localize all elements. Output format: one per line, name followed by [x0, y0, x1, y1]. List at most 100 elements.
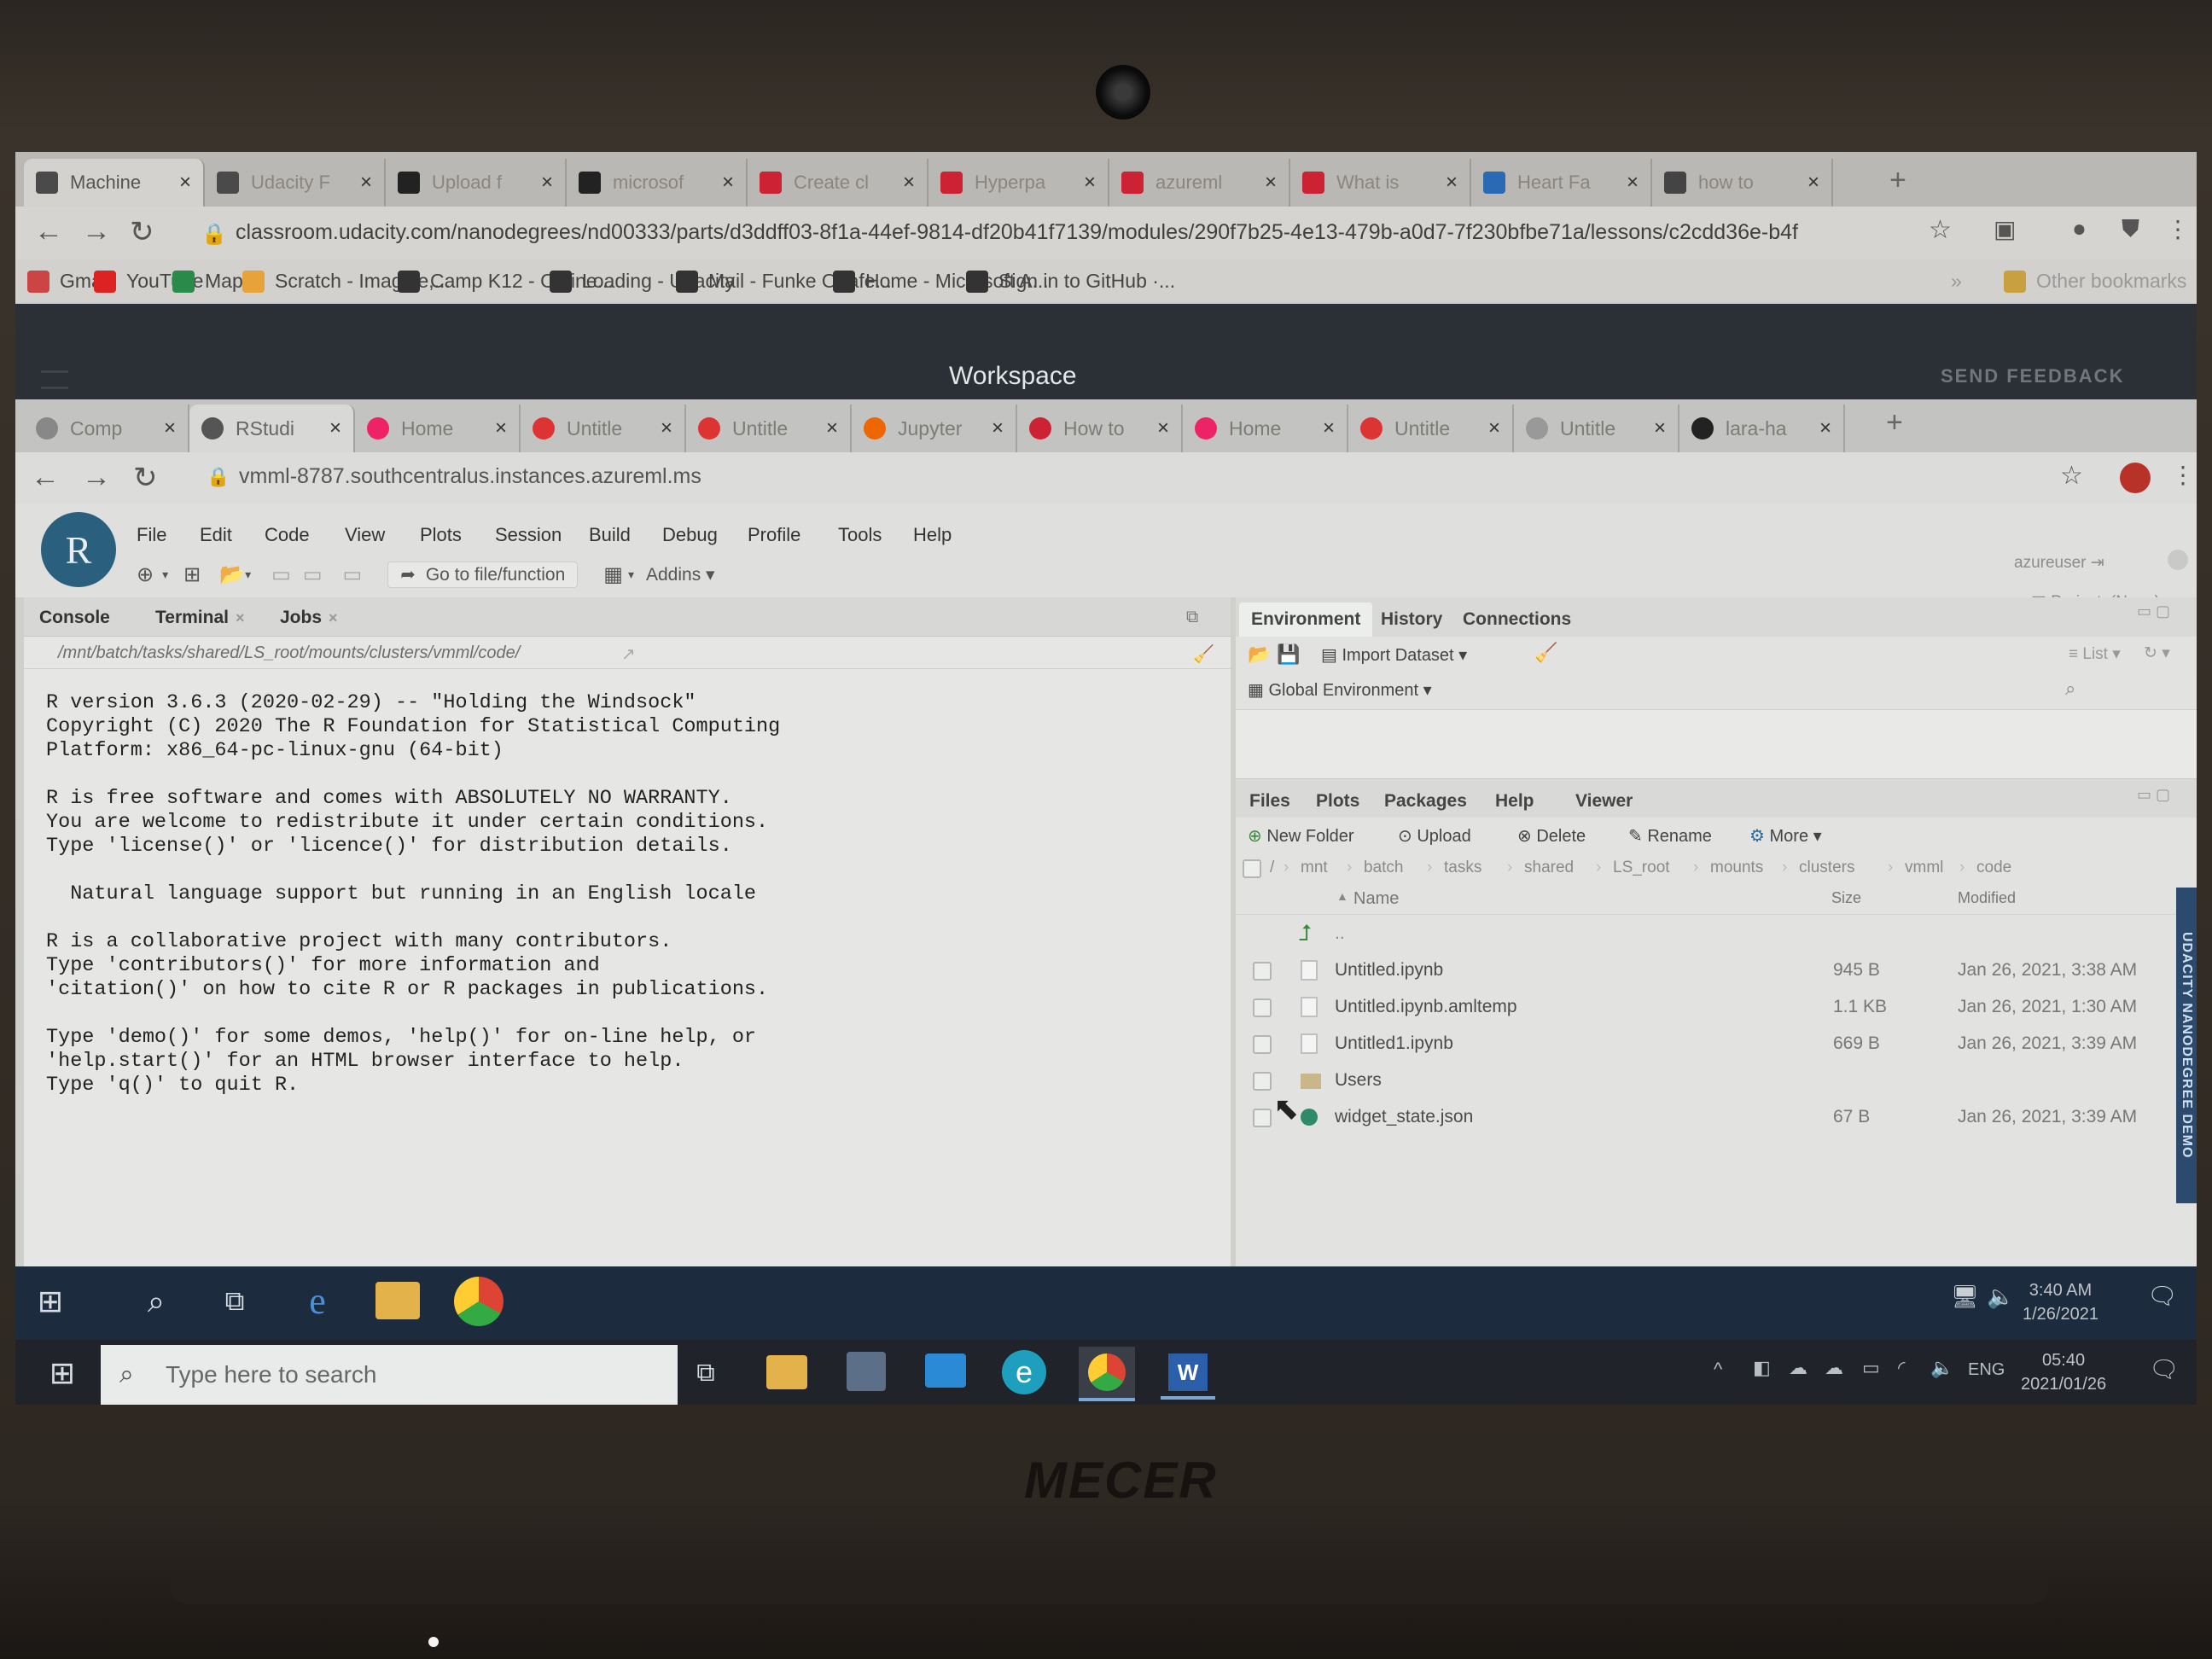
outer-tab[interactable]: azureml ×	[1109, 159, 1290, 207]
tab-history[interactable]: History	[1381, 609, 1442, 630]
list-view-menu[interactable]: ≡ List ▾	[2069, 644, 2121, 664]
internet-explorer-icon[interactable]: e	[294, 1277, 341, 1324]
inner-new-tab-button[interactable]: +	[1886, 406, 1903, 439]
inner-tab[interactable]: Comp ×	[24, 405, 189, 452]
inner-url[interactable]: vmml-8787.southcentralus.instances.azure…	[239, 464, 701, 489]
file-name[interactable]: Untitled.ipynb	[1335, 960, 1443, 981]
file-row[interactable]: Untitled.ipynb 945 B Jan 26, 2021, 3:38 AM	[1236, 952, 2197, 988]
new-folder-button[interactable]: ⊕ New Folder	[1248, 825, 1354, 847]
close-tab-icon[interactable]: ×	[992, 416, 1004, 440]
file-name[interactable]: Untitled.ipynb.amltemp	[1335, 997, 1517, 1017]
file-checkbox[interactable]	[1253, 1109, 1272, 1127]
inner-back-icon[interactable]: ←	[31, 461, 60, 494]
taskbar-search-input[interactable]: ⌕ Type here to search	[101, 1345, 678, 1405]
breadcrumb-item[interactable]: batch	[1364, 859, 1403, 877]
menu-plots[interactable]: Plots	[420, 524, 462, 546]
clear-console-icon[interactable]: 🧹	[1193, 643, 1214, 665]
close-tab-icon[interactable]: ×	[1627, 171, 1639, 195]
close-tab-icon[interactable]: ×	[541, 171, 553, 195]
breadcrumb-item[interactable]: mounts	[1710, 859, 1763, 877]
word-button[interactable]: W	[1161, 1348, 1215, 1400]
edge-icon[interactable]: e	[1002, 1350, 1046, 1394]
tab-plots[interactable]: Plots	[1316, 791, 1359, 812]
battery-icon[interactable]: ▭	[1862, 1357, 1880, 1379]
addins-menu[interactable]: Addins ▾	[646, 564, 715, 585]
tab-packages[interactable]: Packages	[1384, 791, 1467, 812]
import-dataset-menu[interactable]: ▤ Import Dataset ▾	[1321, 644, 1467, 666]
outer-tab[interactable]: Create cl ×	[748, 159, 928, 207]
inner-tab[interactable]: Untitle ×	[686, 405, 852, 452]
close-icon[interactable]: ×	[329, 609, 338, 626]
search-icon[interactable]: ⌕	[135, 1280, 178, 1323]
task-view-icon[interactable]: ⧉	[686, 1353, 725, 1393]
bookmark[interactable]: Sign in to GitHub ·...	[966, 270, 1175, 293]
column-modified[interactable]: Modified	[1958, 889, 2016, 907]
tab-viewer[interactable]: Viewer	[1575, 791, 1633, 812]
inner-tab[interactable]: Home ×	[355, 405, 521, 452]
file-checkbox[interactable]	[1253, 1035, 1272, 1054]
chrome-icon[interactable]	[454, 1277, 504, 1326]
close-tab-icon[interactable]: ×	[179, 171, 191, 195]
chrome-active-button[interactable]	[1079, 1347, 1135, 1401]
dropdown-arrow-icon[interactable]: ▾	[162, 568, 168, 582]
inner-tab[interactable]: Untitle ×	[1514, 405, 1679, 452]
mail-icon[interactable]	[925, 1353, 966, 1388]
close-tab-icon[interactable]: ×	[1819, 416, 1831, 440]
layout-dropdown-icon[interactable]: ▾	[628, 568, 634, 582]
bookmark[interactable]: Maps	[172, 270, 253, 293]
inner-tab[interactable]: Untitle ×	[521, 405, 686, 452]
tab-jobs[interactable]: Jobs ×	[280, 608, 338, 628]
breadcrumb-item[interactable]: clusters	[1799, 859, 1854, 877]
outer-tab[interactable]: Machine ×	[24, 159, 205, 207]
outer-tab[interactable]: Udacity F ×	[205, 159, 386, 207]
inner-tab[interactable]: Jupyter ×	[852, 405, 1017, 452]
save-all-icon[interactable]: ▭	[303, 562, 323, 587]
menu-build[interactable]: Build	[589, 524, 631, 546]
grid-layout-icon[interactable]: ▦	[603, 562, 623, 587]
menu-session[interactable]: Session	[495, 524, 562, 546]
tab-help[interactable]: Help	[1495, 791, 1534, 812]
file-checkbox[interactable]	[1253, 1072, 1272, 1091]
local-clock[interactable]: 05:40 2021/01/26	[2021, 1348, 2106, 1396]
outer-tab[interactable]: Heart Fa ×	[1471, 159, 1652, 207]
save-workspace-icon[interactable]: 💾	[1277, 643, 1300, 666]
outer-tab[interactable]: how to ×	[1652, 159, 1833, 207]
breadcrumb-item[interactable]: shared	[1524, 859, 1574, 877]
rename-button[interactable]: ✎ Rename	[1628, 825, 1712, 847]
outer-tab[interactable]: What is ×	[1290, 159, 1471, 207]
close-icon[interactable]: ×	[236, 609, 245, 626]
print-icon[interactable]: ▭	[343, 562, 363, 587]
close-tab-icon[interactable]: ×	[1446, 171, 1458, 195]
tab-files[interactable]: Files	[1249, 791, 1290, 812]
delete-button[interactable]: ⊗ Delete	[1517, 825, 1586, 847]
file-row[interactable]: Untitled1.ipynb 669 B Jan 26, 2021, 3:39 A…	[1236, 1025, 2197, 1062]
file-name[interactable]: widget_state.json	[1335, 1107, 1473, 1127]
broom-icon[interactable]: 🧹	[1534, 642, 1557, 664]
tab-console[interactable]: Console	[39, 608, 110, 628]
inner-profile-avatar[interactable]	[2120, 463, 2151, 493]
file-explorer-icon[interactable]	[375, 1282, 420, 1319]
file-checkbox[interactable]	[1253, 998, 1272, 1017]
breadcrumb-item[interactable]: vmml	[1905, 859, 1943, 877]
inner-forward-icon[interactable]: →	[82, 461, 111, 494]
goto-file-input[interactable]: ➦ Go to file/function	[387, 562, 579, 588]
column-size[interactable]: Size	[1831, 889, 1861, 907]
file-row[interactable]: Users	[1236, 1062, 2197, 1098]
menu-tools[interactable]: Tools	[838, 524, 882, 546]
bookmarks-overflow-icon[interactable]: »	[1951, 270, 1962, 293]
breadcrumb-item[interactable]: mnt	[1301, 859, 1328, 877]
file-name[interactable]: Untitled1.ipynb	[1335, 1033, 1453, 1054]
tab-terminal[interactable]: Terminal ×	[155, 608, 244, 628]
file-row[interactable]: widget_state.json 67 B Jan 26, 2021, 3:39 …	[1236, 1098, 2197, 1135]
chevron-up-icon[interactable]: ^	[1714, 1359, 1722, 1381]
tab-environment[interactable]: Environment	[1239, 602, 1373, 637]
menu-debug[interactable]: Debug	[662, 524, 718, 546]
minimize-files-pane-icon[interactable]: ▭ ▢	[2137, 786, 2170, 804]
extension-icon[interactable]: ▣	[1994, 215, 2016, 243]
windows-start-icon[interactable]: ⊞	[41, 1352, 84, 1394]
menu-view[interactable]: View	[345, 524, 385, 546]
breadcrumb-item[interactable]: code	[1976, 859, 2011, 877]
refresh-icon[interactable]: ↻ ▾	[2144, 643, 2170, 663]
new-file-icon[interactable]: ⊕	[137, 562, 154, 587]
other-bookmarks[interactable]: Other bookmarks	[2004, 270, 2186, 293]
